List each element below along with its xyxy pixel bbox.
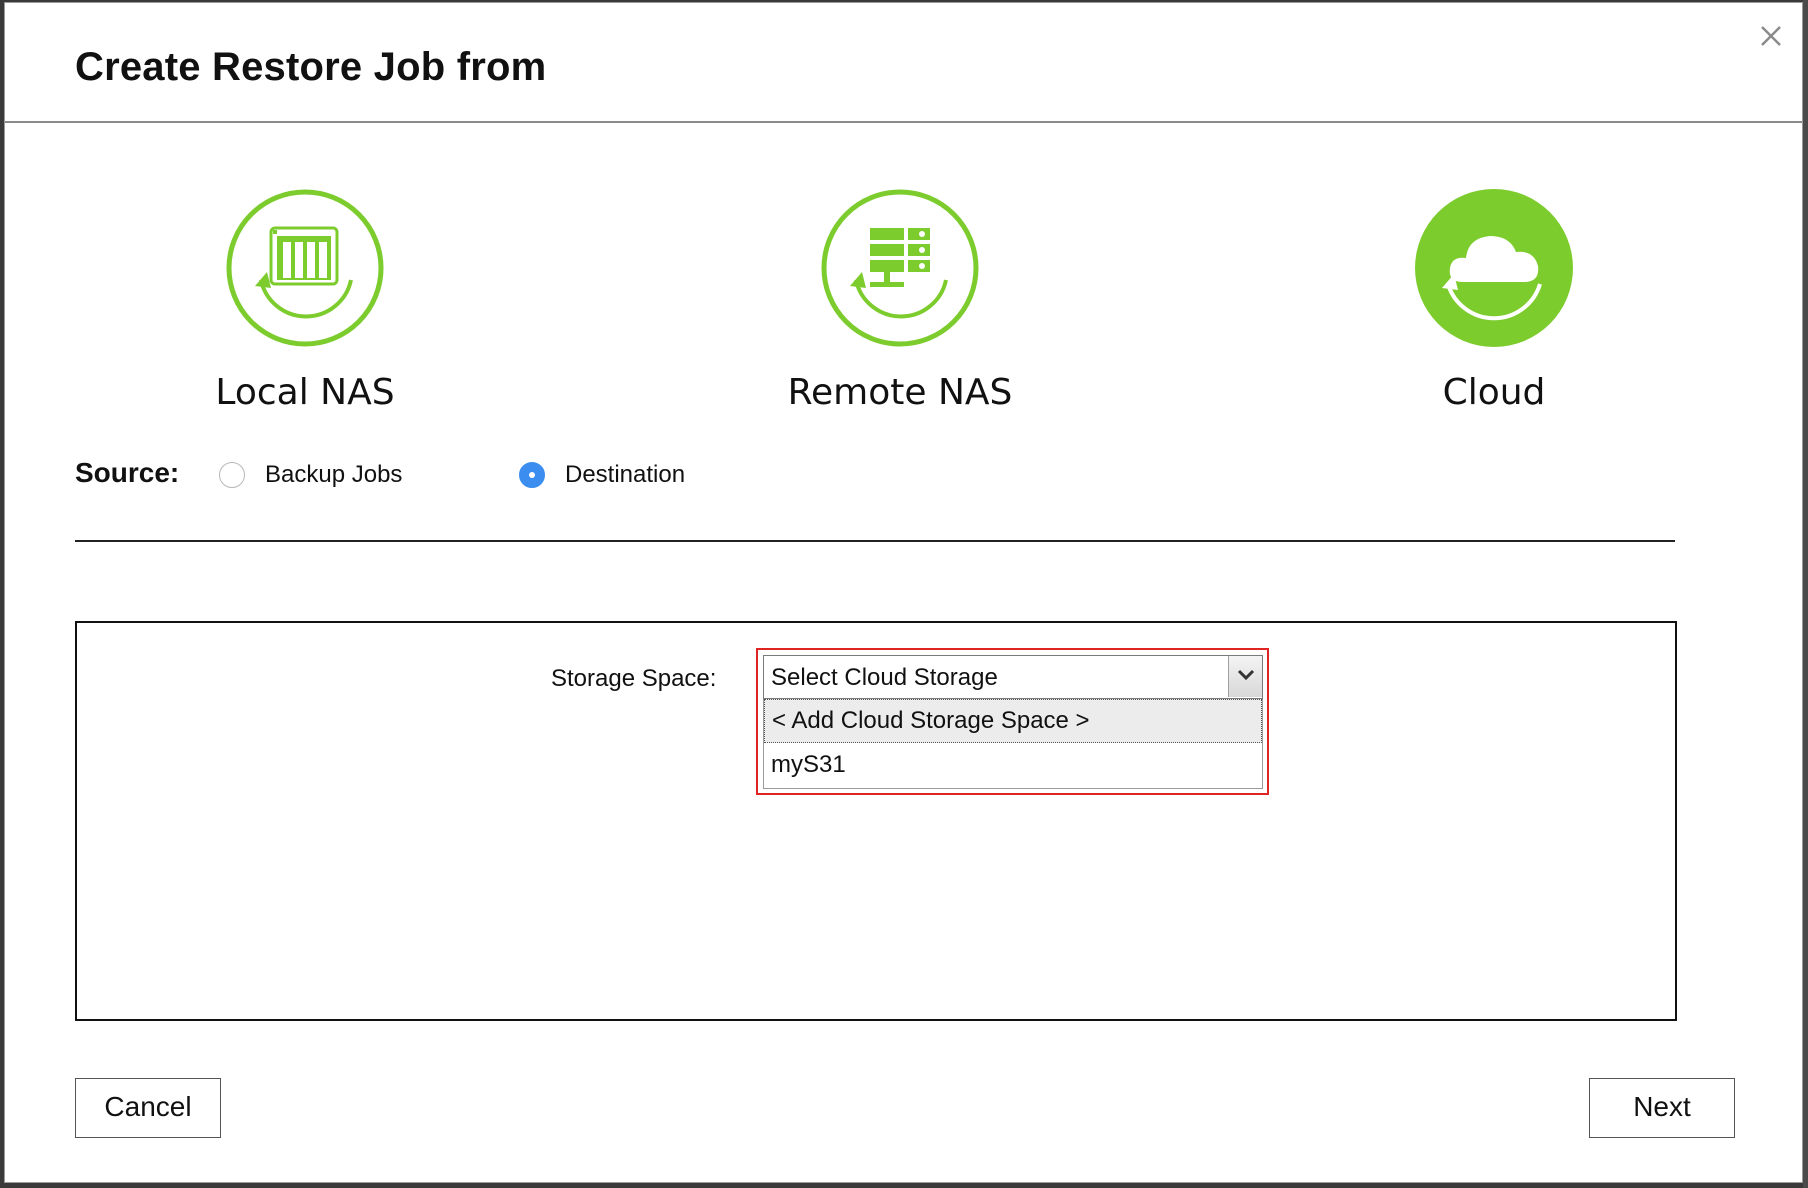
divider <box>75 540 1675 542</box>
dropdown-option-add-cloud-storage[interactable]: < Add Cloud Storage Space > <box>764 699 1262 743</box>
dialog-titlebar: Create Restore Job from <box>5 3 1802 123</box>
cancel-button[interactable]: Cancel <box>75 1078 221 1138</box>
source-cloud-label: Cloud <box>1442 372 1546 413</box>
local-nas-icon <box>225 188 385 348</box>
radio-destination[interactable]: Destination <box>519 459 685 491</box>
storage-space-label: Storage Space: <box>551 665 717 692</box>
chevron-down-icon[interactable] <box>1228 656 1262 697</box>
storage-panel: Storage Space: Select Cloud Storage < Ad… <box>75 621 1677 1021</box>
remote-nas-icon <box>820 188 980 348</box>
source-label: Source: <box>75 457 180 488</box>
dialog-title: Create Restore Job from <box>75 45 547 89</box>
radio-backup-jobs-circle[interactable] <box>219 462 245 488</box>
dropdown-option-mys31[interactable]: myS31 <box>764 743 1262 787</box>
source-cloud[interactable]: Cloud <box>1344 188 1644 413</box>
source-remote-nas[interactable]: Remote NAS <box>750 188 1050 413</box>
next-button[interactable]: Next <box>1589 1078 1735 1138</box>
source-local-nas[interactable]: Local NAS <box>155 188 455 413</box>
source-radio-group: Source: Backup Jobs Destination <box>75 455 975 495</box>
radio-destination-label: Destination <box>565 461 686 488</box>
restore-job-dialog: Create Restore Job from Local NAS Remote… <box>4 2 1803 1183</box>
close-icon[interactable] <box>1754 19 1788 53</box>
cloud-icon <box>1414 188 1574 348</box>
radio-destination-circle[interactable] <box>519 462 545 488</box>
storage-space-select[interactable]: Select Cloud Storage <box>763 655 1263 699</box>
background-window-edge <box>1803 0 1808 1188</box>
radio-backup-jobs-label: Backup Jobs <box>265 461 403 488</box>
storage-space-select-value: Select Cloud Storage <box>771 664 998 691</box>
radio-backup-jobs[interactable]: Backup Jobs <box>219 459 402 491</box>
storage-space-dropdown: < Add Cloud Storage Space > myS31 <box>763 699 1263 789</box>
source-remote-nas-label: Remote NAS <box>787 372 1013 413</box>
source-local-nas-label: Local NAS <box>215 372 395 413</box>
source-type-selector: Local NAS Remote NAS Cloud <box>5 188 1802 418</box>
